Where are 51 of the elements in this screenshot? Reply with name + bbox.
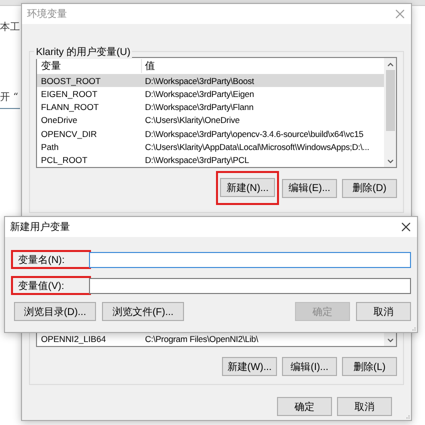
close-icon[interactable] xyxy=(401,222,411,232)
window-title: 新建用户变量 xyxy=(10,220,70,234)
variable-name: Path xyxy=(40,142,60,152)
variable-name: OPENCV_DIR xyxy=(40,128,98,139)
group-label: Klarity 的用户变量(U) xyxy=(34,45,132,59)
edit-button[interactable]: 编辑(E)... xyxy=(282,178,337,198)
variable-name: OneDrive xyxy=(40,115,78,126)
variable-value: C:\Users\Klarity\OneDrive xyxy=(144,115,241,126)
delete-button[interactable]: 删除(L) xyxy=(342,357,397,376)
resize-grip-icon[interactable] xyxy=(404,413,410,419)
list-row[interactable]: OneDrive C:\Users\Klarity\OneDrive xyxy=(37,114,384,128)
cancel-button[interactable]: 取消 xyxy=(337,397,392,416)
scroll-down-icon[interactable] xyxy=(386,159,394,164)
scroll-up-icon[interactable] xyxy=(386,62,394,67)
variable-name: OPENNI2_LIB64 xyxy=(40,334,107,344)
document-text: 本工 xyxy=(0,20,20,34)
variable-name: BOOST_ROOT xyxy=(40,76,102,86)
variable-name: PCL_ROOT xyxy=(40,155,88,166)
scrollbar-thumb[interactable] xyxy=(386,70,394,131)
input-field[interactable] xyxy=(89,252,411,268)
list-row[interactable]: EIGEN_ROOT D:\Workspace\3rdParty\Eigen xyxy=(37,87,384,100)
edit-button[interactable]: 编辑(I)... xyxy=(282,357,337,376)
variable-value: D:\Workspace\3rdParty\Boost xyxy=(144,76,256,86)
list-row[interactable]: BOOST_ROOT D:\Workspace\3rdParty\Boost xyxy=(37,74,384,88)
document-text: 开 “ xyxy=(0,91,18,104)
variable-value: C:\Users\Klarity\AppData\Local\Microsoft\WindowsApps;D:\... xyxy=(144,142,370,152)
scroll-down-icon[interactable] xyxy=(386,338,394,343)
window-title: 环境变量 xyxy=(27,8,67,21)
input-field[interactable] xyxy=(89,278,411,294)
column-header[interactable]: 变量 xyxy=(37,58,141,73)
list-row[interactable]: OPENCV_DIR D:\Workspace\3rdParty\opencv-3.4.6-source\build\x64\vc15 xyxy=(37,127,384,140)
browse-directory-button[interactable]: 浏览目录(D)... xyxy=(14,302,96,321)
browse-file-button[interactable]: 浏览文件(F)... xyxy=(102,302,184,321)
list-row[interactable]: PCL_ROOT D:\Workspace\3rdParty\PCL xyxy=(37,154,384,167)
scrollbar[interactable] xyxy=(384,58,396,167)
cancel-button[interactable]: 取消 xyxy=(356,302,411,321)
list-row[interactable]: FLANN_ROOT D:\Workspace\3rdParty\Flann xyxy=(37,100,384,114)
variable-value: C:\Program Files\OpenNI2\Lib\ xyxy=(144,334,260,344)
variable-value: D:\Workspace\3rdParty\opencv-3.4.6-source\build\x64\vc15 xyxy=(144,128,364,139)
variable-value: D:\Workspace\3rdParty\PCL xyxy=(144,155,250,166)
list-row[interactable]: Path C:\Users\Klarity\AppData\Local\Microsoft\WindowsApps;D:\... xyxy=(37,140,384,154)
ok-button[interactable]: 确定 xyxy=(277,397,332,416)
list-row[interactable]: OPENNI2_LIB64 C:\Program Files\OpenNI2\Lib\ xyxy=(37,332,384,346)
variable-name: FLANN_ROOT xyxy=(40,102,100,112)
variable-value: D:\Workspace\3rdParty\Flann xyxy=(144,102,255,112)
new-button[interactable]: 新建(W)... xyxy=(222,357,277,376)
variable-name: EIGEN_ROOT xyxy=(40,88,98,99)
new-button[interactable]: 新建(N)... xyxy=(220,178,275,197)
delete-button[interactable]: 删除(D) xyxy=(342,178,397,198)
resize-grip-icon[interactable] xyxy=(410,325,416,331)
variable-value: D:\Workspace\3rdParty\Eigen xyxy=(144,88,255,99)
